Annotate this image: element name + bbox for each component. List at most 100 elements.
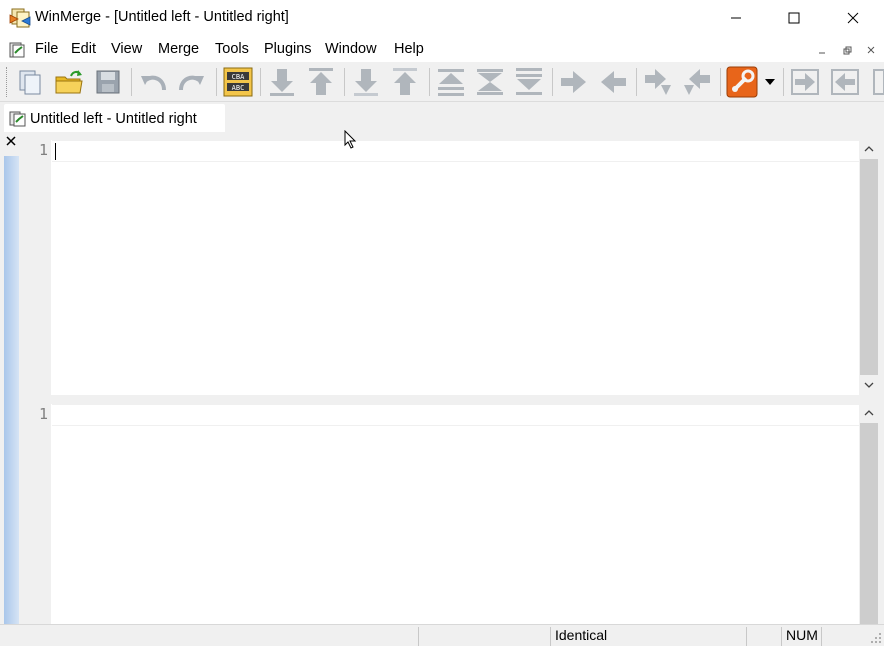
first-diff-icon xyxy=(438,69,464,96)
tab-label: Untitled left - Untitled right xyxy=(30,111,197,127)
prev-conflict-button[interactable] xyxy=(389,66,421,98)
undo-icon xyxy=(141,75,166,91)
tab-untitled-comparison[interactable]: Untitled left - Untitled right xyxy=(4,104,225,132)
chevron-up-icon xyxy=(864,410,874,416)
compare-button[interactable]: CBA ABC xyxy=(222,66,254,98)
open-folder-icon xyxy=(55,70,83,94)
title-bar: WinMerge - [Untitled left - Untitled rig… xyxy=(0,0,884,36)
resize-grip-icon[interactable] xyxy=(870,632,882,644)
next-diff-button[interactable] xyxy=(266,66,298,98)
line-number: 1 xyxy=(38,405,48,423)
winmerge-app-icon[interactable] xyxy=(9,8,31,28)
scroll-up-button[interactable] xyxy=(859,404,879,422)
minimize-icon xyxy=(731,17,741,19)
right-pane-scrollbar[interactable] xyxy=(859,404,879,624)
last-diff-icon xyxy=(516,68,542,95)
mdi-restore-button[interactable] xyxy=(836,41,858,59)
status-pane-empty xyxy=(746,627,781,646)
document-compare-icon xyxy=(9,111,26,127)
copy-left-advance-icon xyxy=(684,69,710,95)
copy-right-icon xyxy=(561,71,586,93)
status-pane-info xyxy=(418,627,550,646)
line-number-gutter xyxy=(23,140,51,395)
toolbar-overflow-button[interactable] xyxy=(868,66,884,98)
scroll-up-button[interactable] xyxy=(859,140,879,158)
last-diff-button[interactable] xyxy=(513,66,545,98)
svg-text:CBA: CBA xyxy=(232,73,245,81)
prev-diff-icon xyxy=(309,68,333,95)
line-number-gutter xyxy=(23,404,51,624)
new-document-icon xyxy=(19,70,41,95)
close-pane-button[interactable] xyxy=(6,136,18,148)
first-diff-button[interactable] xyxy=(435,66,467,98)
document-system-menu-icon[interactable] xyxy=(8,41,26,59)
copy-all-right-button[interactable] xyxy=(789,66,821,98)
options-button[interactable] xyxy=(726,66,758,98)
left-file-pane[interactable]: 1 xyxy=(23,140,859,395)
menu-help[interactable]: Help xyxy=(394,41,424,57)
restore-icon xyxy=(843,46,851,54)
redo-button[interactable] xyxy=(176,66,208,98)
menu-merge[interactable]: Merge xyxy=(158,41,199,57)
undo-button[interactable] xyxy=(137,66,169,98)
options-dropdown-button[interactable] xyxy=(760,66,780,98)
minimize-icon xyxy=(819,52,825,54)
menu-file[interactable]: File xyxy=(35,41,58,57)
document-tab-bar: Untitled left - Untitled right xyxy=(0,102,884,132)
current-diff-button[interactable] xyxy=(474,66,506,98)
toolbar-separator xyxy=(344,68,345,96)
toolbar: CBA ABC xyxy=(0,62,884,102)
menu-bar: File Edit View Merge Tools Plugins Windo… xyxy=(0,36,884,62)
save-icon xyxy=(96,70,120,94)
status-bar: Identical NUM xyxy=(0,624,884,646)
save-button[interactable] xyxy=(92,66,124,98)
copy-right-advance-button[interactable] xyxy=(642,66,674,98)
copy-left-button[interactable] xyxy=(597,66,629,98)
copy-left-icon xyxy=(601,71,626,93)
location-bar[interactable] xyxy=(4,156,19,624)
menu-view[interactable]: View xyxy=(111,41,142,57)
copy-right-advance-icon xyxy=(645,69,671,95)
scroll-down-button[interactable] xyxy=(859,376,879,394)
current-line-highlight xyxy=(52,404,859,426)
menu-plugins[interactable]: Plugins xyxy=(264,41,312,57)
status-compare-result: Identical xyxy=(550,627,746,646)
copy-all-left-button[interactable] xyxy=(829,66,861,98)
toolbar-overflow-icon xyxy=(873,69,884,95)
status-message xyxy=(34,627,418,646)
chevron-down-icon xyxy=(765,79,775,85)
toolbar-separator xyxy=(636,68,637,96)
mdi-minimize-button[interactable] xyxy=(811,41,833,59)
toolbar-separator xyxy=(429,68,430,96)
copy-right-button[interactable] xyxy=(558,66,590,98)
mdi-close-button[interactable] xyxy=(860,41,882,59)
close-button[interactable] xyxy=(824,0,882,36)
toolbar-separator xyxy=(260,68,261,96)
right-file-pane[interactable]: 1 xyxy=(23,404,859,624)
line-number: 1 xyxy=(38,141,48,159)
redo-icon xyxy=(179,75,204,91)
copy-left-advance-button[interactable] xyxy=(681,66,713,98)
new-button[interactable] xyxy=(14,66,46,98)
menu-edit[interactable]: Edit xyxy=(71,41,96,57)
svg-text:ABC: ABC xyxy=(232,84,245,92)
toolbar-grip[interactable] xyxy=(6,67,9,97)
toolbar-separator xyxy=(720,68,721,96)
menu-window[interactable]: Window xyxy=(325,41,377,57)
next-diff-icon xyxy=(270,69,294,96)
next-conflict-button[interactable] xyxy=(350,66,382,98)
open-button[interactable] xyxy=(53,66,85,98)
maximize-button[interactable] xyxy=(765,0,823,36)
scroll-thumb[interactable] xyxy=(860,423,878,624)
compare-abc-icon: CBA ABC xyxy=(223,67,253,97)
left-pane-scrollbar[interactable] xyxy=(859,140,879,395)
pane-splitter[interactable] xyxy=(23,395,879,404)
toolbar-separator xyxy=(131,68,132,96)
next-conflict-icon xyxy=(354,69,378,96)
prev-diff-button[interactable] xyxy=(305,66,337,98)
current-line-highlight xyxy=(52,140,859,162)
scroll-thumb[interactable] xyxy=(860,159,878,375)
close-icon xyxy=(6,136,16,146)
minimize-button[interactable] xyxy=(707,0,765,36)
menu-tools[interactable]: Tools xyxy=(215,41,249,57)
